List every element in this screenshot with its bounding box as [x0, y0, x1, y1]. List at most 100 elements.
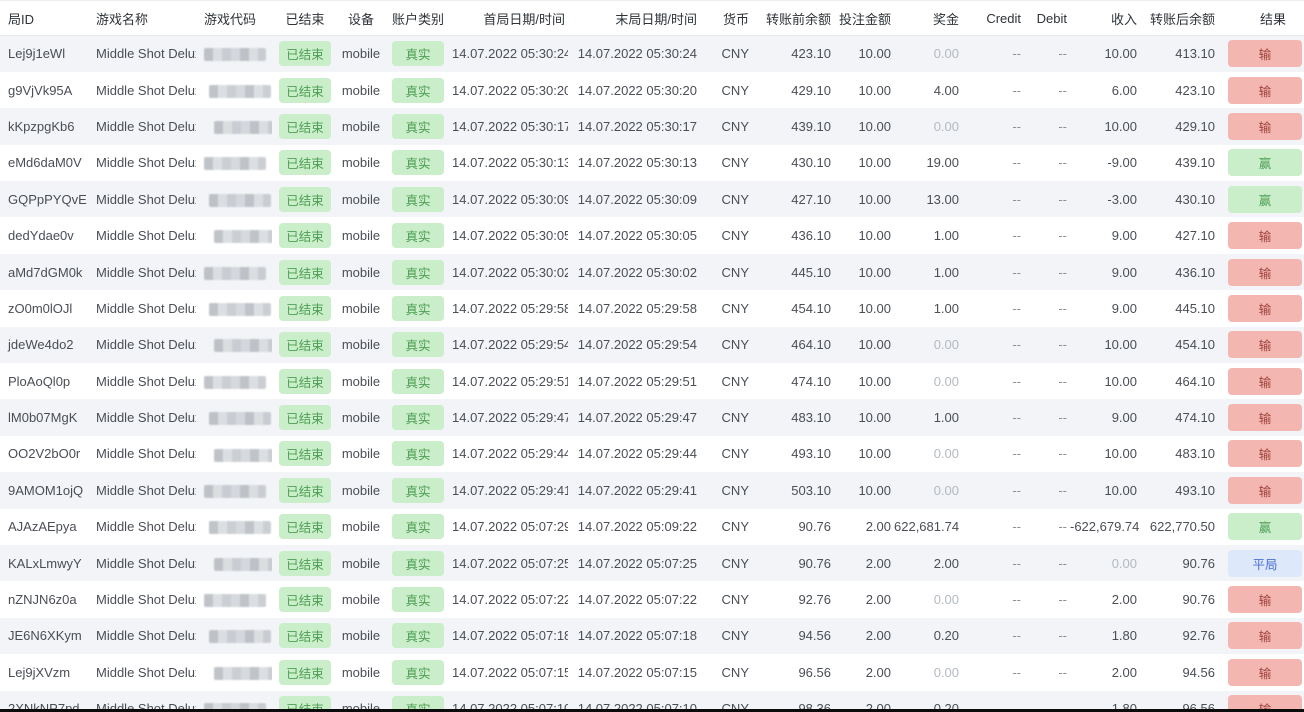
cell-income: 9.00: [1070, 399, 1140, 435]
cell-credit: --: [962, 327, 1024, 363]
table-row[interactable]: GQPpPYQvEMiddle Shot Deluxe已结束mobile真实14…: [0, 181, 1304, 217]
cell-game: Middle Shot Deluxe: [88, 436, 196, 472]
cell-before: 427.10: [752, 181, 834, 217]
table-row[interactable]: jdeWe4do2Middle Shot Deluxe已结束mobile真实14…: [0, 327, 1304, 363]
table-row[interactable]: zO0m0lOJlMiddle Shot Deluxe已结束mobile真实14…: [0, 290, 1304, 326]
table-row[interactable]: 9AMOM1ojQMiddle Shot Deluxe已结束mobile真实14…: [0, 472, 1304, 508]
cell-income: -3.00: [1070, 181, 1140, 217]
finished-status-badge: 已结束: [279, 332, 331, 357]
table-row[interactable]: OO2V2bO0rMiddle Shot Deluxe已结束mobile真实14…: [0, 436, 1304, 472]
cell-income: 2.00: [1070, 654, 1140, 690]
cell-credit: --: [962, 181, 1024, 217]
cell-first: 14.07.2022 05:30:05: [452, 217, 568, 253]
cell-first: 14.07.2022 05:07:25: [452, 545, 568, 581]
rounds-table: 局ID游戏名称游戏代码已结束设备账户类别首局日期/时间末局日期/时间货币转账前余…: [0, 0, 1304, 712]
cell-bonus: 0.00: [894, 327, 962, 363]
cell-game: Middle Shot Deluxe: [88, 36, 196, 72]
finished-status-badge: 已结束: [279, 369, 331, 394]
cell-game: Middle Shot Deluxe: [88, 399, 196, 435]
redacted-game-code: [204, 48, 266, 61]
cell-before: 503.10: [752, 472, 834, 508]
redacted-game-code: [209, 630, 271, 643]
cell-before: 92.76: [752, 581, 834, 617]
cell-game: Middle Shot Deluxe: [88, 181, 196, 217]
cell-last: 14.07.2022 05:30:05: [568, 217, 700, 253]
account-type-badge: 真实: [392, 78, 444, 103]
cell-id: g9VjVk95A: [0, 72, 88, 108]
cell-game: Middle Shot Deluxe: [88, 472, 196, 508]
cell-credit: --: [962, 654, 1024, 690]
cell-income: 10.00: [1070, 472, 1140, 508]
cell-first: 14.07.2022 05:29:51: [452, 363, 568, 399]
table-row[interactable]: dedYdae0vMiddle Shot Deluxe已结束mobile真实14…: [0, 217, 1304, 253]
cell-device: mobile: [338, 108, 384, 144]
table-row[interactable]: AJAzAEpyaMiddle Shot Deluxe已结束mobile真实14…: [0, 509, 1304, 545]
table-row[interactable]: Lej9jXVzmMiddle Shot Deluxe已结束mobile真实14…: [0, 654, 1304, 690]
redacted-game-code: [204, 267, 266, 280]
table-row[interactable]: g9VjVk95AMiddle Shot Deluxe已结束mobile真实14…: [0, 72, 1304, 108]
cell-credit: --: [962, 108, 1024, 144]
column-header-currency: 货币: [700, 1, 752, 36]
cell-bonus: 0.20: [894, 618, 962, 654]
table-row[interactable]: eMd6daM0VMiddle Shot Deluxe已结束mobile真实14…: [0, 145, 1304, 181]
cell-bet: 2.00: [834, 545, 894, 581]
cell-credit: --: [962, 436, 1024, 472]
table-row[interactable]: PloAoQl0pMiddle Shot Deluxe已结束mobile真实14…: [0, 363, 1304, 399]
cell-bonus: 622,681.74: [894, 509, 962, 545]
table-row[interactable]: JE6N6XKymMiddle Shot Deluxe已结束mobile真实14…: [0, 618, 1304, 654]
cell-bonus: 0.00: [894, 472, 962, 508]
cell-last: 14.07.2022 05:30:09: [568, 181, 700, 217]
cell-after: 94.56: [1140, 654, 1218, 690]
cell-bet: 10.00: [834, 72, 894, 108]
cell-id: 9AMOM1ojQ: [0, 472, 88, 508]
cell-after: 92.76: [1140, 618, 1218, 654]
table-row[interactable]: lM0b07MgKMiddle Shot Deluxe已结束mobile真实14…: [0, 399, 1304, 435]
cell-last: 14.07.2022 05:09:22: [568, 509, 700, 545]
cell-bonus: 13.00: [894, 181, 962, 217]
cell-first: 14.07.2022 05:30:02: [452, 254, 568, 290]
cell-game: Middle Shot Deluxe: [88, 363, 196, 399]
column-header-last: 末局日期/时间: [568, 1, 700, 36]
result-badge: 输: [1228, 404, 1302, 431]
finished-status-badge: 已结束: [279, 587, 331, 612]
cell-income: 10.00: [1070, 436, 1140, 472]
cell-device: mobile: [338, 363, 384, 399]
column-header-credit: Credit: [962, 1, 1024, 36]
table-row[interactable]: Lej9j1eWlMiddle Shot Deluxe已结束mobile真实14…: [0, 36, 1304, 72]
cell-id: KALxLmwyY: [0, 545, 88, 581]
cell-debit: --: [1024, 72, 1070, 108]
finished-status-badge: 已结束: [279, 114, 331, 139]
cell-device: mobile: [338, 545, 384, 581]
cell-last: 14.07.2022 05:29:51: [568, 363, 700, 399]
table-row[interactable]: nZNJN6z0aMiddle Shot Deluxe已结束mobile真实14…: [0, 581, 1304, 617]
column-header-device: 设备: [338, 1, 384, 36]
cell-game: Middle Shot Deluxe: [88, 327, 196, 363]
cell-currency: CNY: [700, 72, 752, 108]
result-badge: 赢: [1228, 186, 1302, 213]
cell-after: 429.10: [1140, 108, 1218, 144]
cell-credit: --: [962, 472, 1024, 508]
cell-before: 436.10: [752, 217, 834, 253]
cell-before: 429.10: [752, 72, 834, 108]
cell-device: mobile: [338, 217, 384, 253]
cell-currency: CNY: [700, 254, 752, 290]
finished-status-badge: 已结束: [279, 150, 331, 175]
cell-currency: CNY: [700, 436, 752, 472]
account-type-badge: 真实: [392, 623, 444, 648]
cell-after: 493.10: [1140, 472, 1218, 508]
table-row[interactable]: KALxLmwyYMiddle Shot Deluxe已结束mobile真实14…: [0, 545, 1304, 581]
cell-first: 14.07.2022 05:07:15: [452, 654, 568, 690]
finished-status-badge: 已结束: [279, 41, 331, 66]
cell-debit: --: [1024, 363, 1070, 399]
result-badge: 赢: [1228, 513, 1302, 540]
result-badge: 输: [1228, 586, 1302, 613]
table-row[interactable]: aMd7dGM0kMiddle Shot Deluxe已结束mobile真实14…: [0, 254, 1304, 290]
column-header-bonus: 奖金: [894, 1, 962, 36]
column-header-income: 收入: [1070, 1, 1140, 36]
cell-bet: 10.00: [834, 399, 894, 435]
cell-credit: --: [962, 581, 1024, 617]
table-row[interactable]: kKpzpgKb6Middle Shot Deluxe已结束mobile真实14…: [0, 108, 1304, 144]
cell-income: 9.00: [1070, 290, 1140, 326]
cell-credit: --: [962, 399, 1024, 435]
cell-debit: --: [1024, 217, 1070, 253]
